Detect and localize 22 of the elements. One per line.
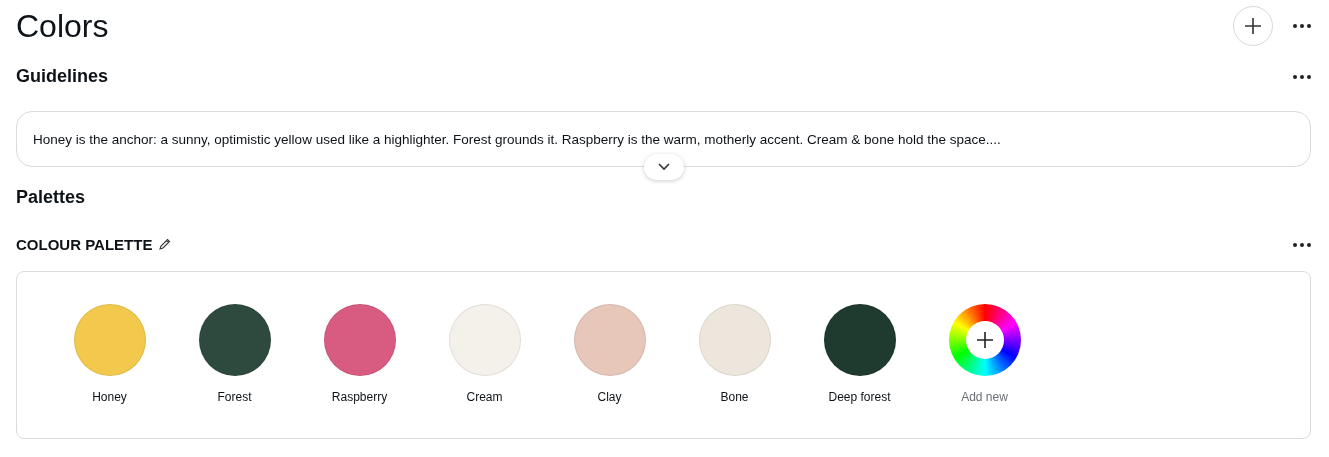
more-icon[interactable] (1293, 242, 1311, 247)
expand-button[interactable] (644, 154, 684, 180)
color-name: Cream (466, 390, 503, 404)
add-new-label: Add new (961, 390, 1008, 404)
plus-icon (975, 331, 994, 349)
guidelines-text: Honey is the anchor: a sunny, optimistic yellow used like a highlighter. Forest grounds it. Raspberry is the warm, motherly accent. Cream & bone hold the space.... (33, 131, 1001, 147)
palette-name: COLOUR PALETTE (16, 236, 153, 253)
page-title: Colors (16, 7, 109, 45)
color-name: Deep forest (828, 390, 891, 404)
more-icon[interactable] (1293, 74, 1311, 79)
color-name: Bone (720, 390, 749, 404)
color-name: Raspberry (331, 390, 388, 404)
more-icon[interactable] (1293, 24, 1311, 28)
pencil-icon[interactable] (158, 238, 172, 251)
section-heading: Guidelines (16, 66, 109, 87)
plus-icon (1244, 17, 1262, 35)
color-name: Forest (217, 390, 252, 404)
color-name: Honey (92, 390, 127, 404)
section-heading: Palettes (16, 187, 87, 208)
color-name: Clay (597, 390, 622, 404)
add-button[interactable] (1233, 6, 1273, 46)
chevron-down-icon (658, 163, 670, 171)
